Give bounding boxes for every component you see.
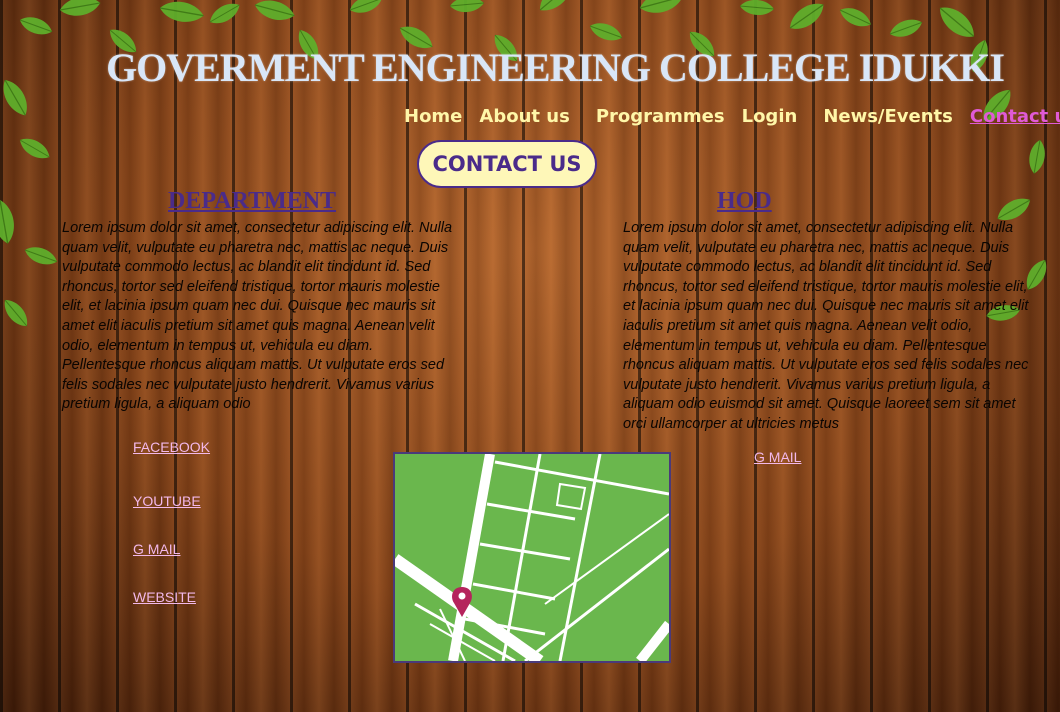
hod-heading: HOD xyxy=(717,188,772,214)
main-nav: Home About us Programmes Login News/Even… xyxy=(404,106,1060,127)
website-link[interactable]: WEBSITE xyxy=(133,589,196,605)
nav-about-us[interactable]: About us xyxy=(479,106,569,127)
nav-programmes[interactable]: Programmes xyxy=(596,106,725,127)
facebook-link[interactable]: FACEBOOK xyxy=(133,439,210,455)
department-heading: DEPARTMENT xyxy=(168,188,337,214)
department-text: Lorem ipsum dolor sit amet, consectetur … xyxy=(62,220,453,413)
map-graphic xyxy=(395,454,669,661)
nav-login[interactable]: Login xyxy=(742,106,798,127)
hod-text: Lorem ipsum dolor sit amet, consectetur … xyxy=(623,220,1029,432)
contact-us-button[interactable]: CONTACT US xyxy=(417,140,597,188)
nav-contact-us[interactable]: Contact us xyxy=(970,106,1060,127)
nav-home[interactable]: Home xyxy=(404,106,462,127)
gmail-link[interactable]: G MAIL xyxy=(133,541,180,557)
map-embed[interactable] xyxy=(393,452,671,663)
nav-news-events[interactable]: News/Events xyxy=(823,106,953,127)
page-title: GOVERMENT ENGINEERING COLLEGE IDUKKI xyxy=(106,45,1005,90)
youtube-link[interactable]: YOUTUBE xyxy=(133,493,201,509)
hod-gmail-link[interactable]: G MAIL xyxy=(754,449,801,465)
